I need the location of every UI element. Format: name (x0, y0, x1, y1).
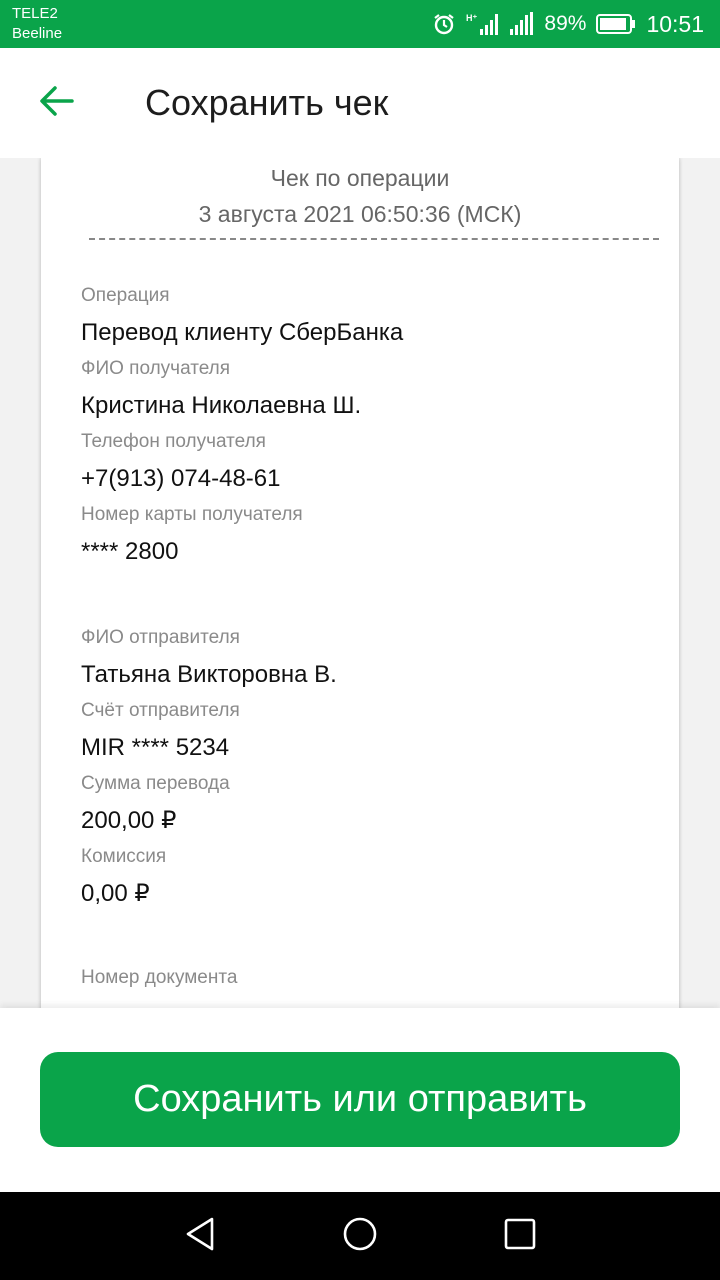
recipient-card-label: Номер карты получателя (81, 504, 303, 525)
carrier-info: TELE2 Beeline (12, 4, 62, 44)
nav-recents-button[interactable] (496, 1212, 544, 1260)
battery-icon (596, 13, 636, 35)
sender-account-value: MIR **** 5234 (81, 734, 230, 761)
status-bar: TELE2 Beeline H⁺ 89% 10:51 (0, 0, 720, 48)
system-navigation-bar (0, 1192, 720, 1280)
commission-label: Комиссия (81, 846, 167, 867)
commission-value: 0,00 ₽ (81, 880, 150, 907)
app-header: Сохранить чек (0, 48, 720, 158)
save-or-send-button[interactable]: Сохранить или отправить (40, 1052, 680, 1147)
bottom-action-bar: Сохранить или отправить (0, 1008, 720, 1192)
document-number-value (81, 996, 403, 1008)
operation-value: Перевод клиенту СберБанка (81, 319, 404, 346)
clock: 10:51 (646, 10, 704, 37)
dashed-divider (89, 238, 659, 240)
amount-label: Сумма перевода (81, 773, 230, 794)
sender-name-label: ФИО отправителя (81, 627, 240, 648)
receipt-card: Чек по операции 3 августа 2021 06:50:36 … (41, 158, 679, 1008)
recipient-card-value: **** 2800 (81, 538, 179, 565)
nav-home-button[interactable] (336, 1212, 384, 1260)
arrow-left-icon (38, 85, 74, 122)
amount-value: 200,00 ₽ (81, 807, 177, 834)
carrier-1: TELE2 (12, 5, 58, 22)
document-number-label: Номер документа (81, 967, 238, 988)
recipient-name-value: Кристина Николаевна Ш. (81, 392, 362, 419)
signal-icon (510, 11, 534, 37)
signal-h-plus-icon: H⁺ (466, 11, 500, 37)
nav-back-button[interactable] (176, 1212, 224, 1260)
operation-label: Операция (81, 285, 170, 306)
receipt-datetime: 3 августа 2021 06:50:36 (МСК) (198, 201, 522, 227)
carrier-2: Beeline (12, 25, 63, 42)
recipient-phone-label: Телефон получателя (81, 431, 266, 452)
page-title: Сохранить чек (145, 82, 389, 123)
back-button[interactable] (34, 81, 78, 125)
recents-square-icon (503, 1217, 537, 1256)
receipt-fields: Операция Перевод клиенту СберБанка ФИО п… (81, 278, 403, 1008)
sender-name-value: Татьяна Викторовна В. (81, 661, 337, 688)
back-triangle-icon (183, 1216, 217, 1257)
receipt-header: Чек по операции 3 августа 2021 06:50:36 … (41, 160, 679, 232)
sender-account-label: Счёт отправителя (81, 700, 240, 721)
receipt-scroll-area[interactable]: Чек по операции 3 августа 2021 06:50:36 … (0, 158, 720, 1008)
alarm-icon (432, 12, 456, 36)
home-circle-icon (342, 1216, 378, 1257)
battery-percent: 89% (544, 12, 587, 35)
status-icons: H⁺ 89% 10:51 (432, 8, 704, 40)
recipient-name-label: ФИО получателя (81, 358, 231, 379)
recipient-phone-value: +7(913) 074-48-61 (81, 465, 281, 492)
receipt-heading: Чек по операции (270, 165, 450, 191)
svg-text:H⁺: H⁺ (466, 13, 477, 23)
